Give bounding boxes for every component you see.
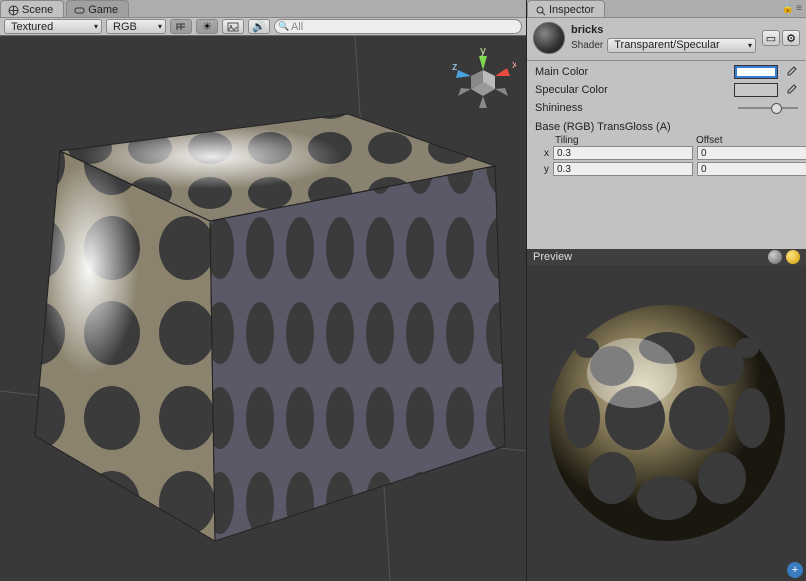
main-color-row: Main Color: [527, 63, 806, 81]
sun-icon: ☀: [202, 20, 212, 33]
preview-light-button[interactable]: [786, 250, 800, 264]
tab-scene[interactable]: Scene: [0, 0, 64, 17]
preview-sphere-button[interactable]: [768, 250, 782, 264]
axis-y-label: y: [535, 164, 549, 175]
render-mode-dropdown[interactable]: RGB: [106, 19, 166, 34]
help-button[interactable]: ▭: [762, 30, 780, 46]
material-header: bricks Shader Transparent/Specular ▭ ⚙: [527, 18, 806, 58]
shading-mode-dropdown[interactable]: Textured: [4, 19, 102, 34]
axis-x-label: x: [535, 148, 549, 159]
offset-x-input[interactable]: [697, 146, 806, 160]
add-component-button[interactable]: +: [787, 562, 803, 578]
tab-game-label: Game: [88, 4, 118, 16]
tab-inspector[interactable]: Inspector: [527, 0, 605, 17]
search-input[interactable]: All: [274, 19, 522, 34]
audio-toggle-button[interactable]: 🔊: [248, 19, 270, 34]
book-icon: ▭: [766, 32, 776, 45]
orientation-gizmo[interactable]: y x z: [450, 46, 516, 112]
tiling-y-input[interactable]: [553, 162, 693, 176]
material-preview-icon: [533, 22, 565, 54]
specular-color-swatch[interactable]: [734, 83, 778, 97]
eyedropper-icon[interactable]: [784, 65, 798, 79]
shininess-row: Shininess: [527, 99, 806, 117]
game-icon: [73, 4, 85, 16]
lighting-toggle-button[interactable]: ☀: [196, 19, 218, 34]
inspector-icon: [534, 4, 546, 16]
preview-header: Preview: [527, 249, 806, 265]
scene-tab-bar: Scene Game: [0, 0, 526, 18]
offset-y-input[interactable]: [697, 162, 806, 176]
specular-color-row: Specular Color: [527, 81, 806, 99]
eyedropper-icon[interactable]: [784, 83, 798, 97]
scene-toolbar: Textured RGB ☀ 🔊 All: [0, 18, 526, 36]
shader-label: Shader: [571, 40, 603, 51]
scene-icon: [7, 4, 19, 16]
plus-icon: +: [792, 564, 798, 576]
tab-game[interactable]: Game: [66, 0, 129, 17]
scene-3d-render: [0, 36, 526, 581]
toggle-2d-button[interactable]: [170, 19, 192, 34]
preview-label: Preview: [533, 251, 572, 263]
svg-text:z: z: [452, 61, 458, 73]
image-icon: [227, 22, 239, 32]
gear-icon: ⚙: [786, 32, 796, 45]
scene-viewport[interactable]: y x z: [0, 36, 526, 581]
lock-icon[interactable]: 🔒: [782, 3, 794, 14]
preview-sphere-render: [537, 288, 797, 558]
tiling-column-label: Tiling: [555, 135, 696, 146]
tiling-x-input[interactable]: [553, 146, 693, 160]
speaker-icon: 🔊: [252, 20, 266, 33]
panel-menu-icon[interactable]: ≡: [796, 3, 802, 14]
material-preview-viewport[interactable]: +: [527, 265, 806, 581]
inspector-tab-bar: Inspector 🔒 ≡: [527, 0, 806, 18]
grid-2d-icon: [175, 22, 187, 32]
svg-text:y: y: [480, 46, 486, 57]
main-color-swatch[interactable]: [734, 65, 778, 79]
fx-toggle-button[interactable]: [222, 19, 244, 34]
offset-column-label: Offset: [696, 135, 806, 146]
shininess-slider[interactable]: [738, 101, 798, 115]
svg-text:x: x: [512, 59, 516, 71]
transgloss-label: Base (RGB) TransGloss (A): [527, 117, 806, 135]
material-name: bricks: [571, 24, 756, 36]
settings-button[interactable]: ⚙: [782, 30, 800, 46]
tab-scene-label: Scene: [22, 4, 53, 16]
shader-dropdown[interactable]: Transparent/Specular: [607, 38, 756, 53]
tab-inspector-label: Inspector: [549, 4, 594, 16]
